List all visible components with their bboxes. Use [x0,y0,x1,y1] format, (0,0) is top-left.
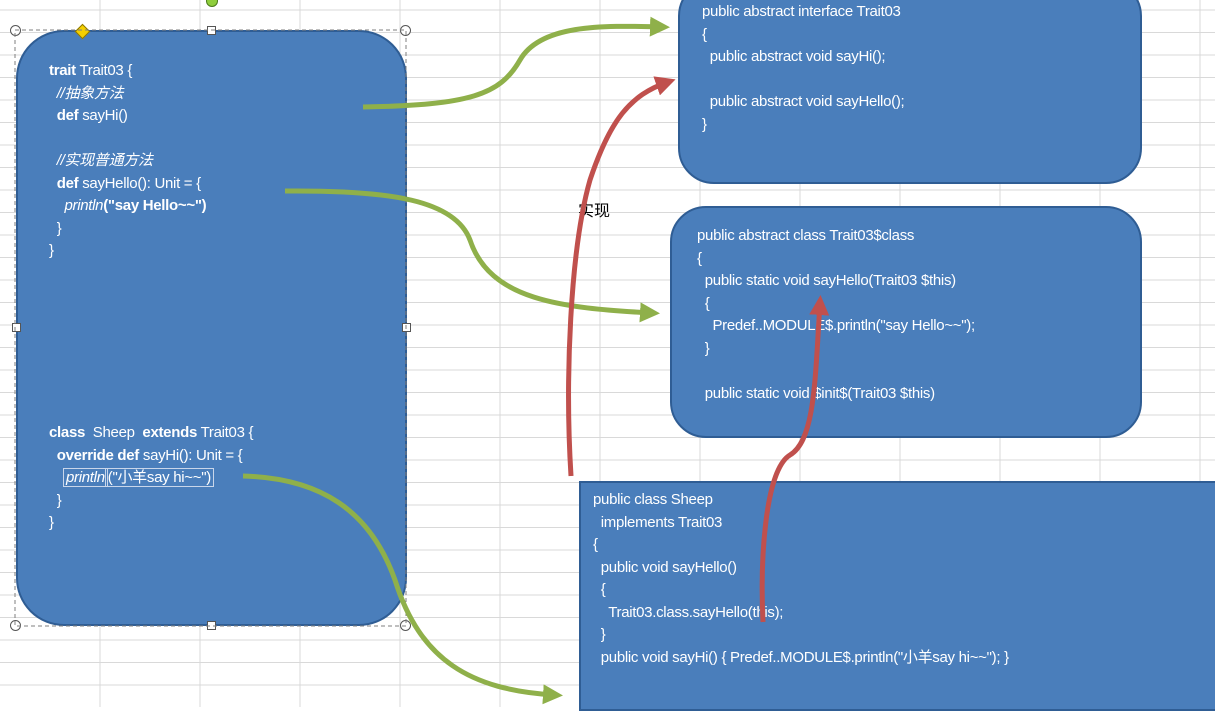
selection-dashed-outline [14,29,407,627]
code-line: } [697,339,710,357]
code-line: implements Trait03 [593,513,723,531]
code-line: { [593,536,598,553]
code-line: Trait03.class.sayHello(this); [593,603,784,621]
java-sheep-class-box[interactable]: public class Sheep implements Trait03 { p… [579,481,1215,711]
code-line: { [593,581,606,598]
java-abstract-class-box[interactable]: public abstract class Trait03$class { pub… [670,206,1142,438]
code-line: public abstract class Trait03$class [697,227,915,244]
implements-label: 实现 [578,203,611,220]
code-line: public abstract void sayHi(); [702,48,886,65]
java-interface-box[interactable]: public abstract interface Trait03 { publi… [678,0,1142,184]
code-line: } [702,115,707,133]
code-line: public abstract interface Trait03 [702,3,901,20]
code-line: public abstract void sayHello(); [702,93,905,110]
code-line: { [697,249,702,267]
code-line: Predef..MODULE$.println("say Hello~~"); [697,317,975,334]
code-line: } [593,626,606,643]
code-line: public static void $init$(Trait03 $this) [697,384,935,402]
code-line: public void sayHello() [593,558,737,576]
code-line: public class Sheep [593,491,713,508]
code-line: { [697,294,710,312]
code-line: public void sayHi() { Predef..MODULE$.pr… [593,648,1009,666]
code-line: public static void sayHello(Trait03 $thi… [697,272,956,289]
code-line: { [702,25,707,43]
